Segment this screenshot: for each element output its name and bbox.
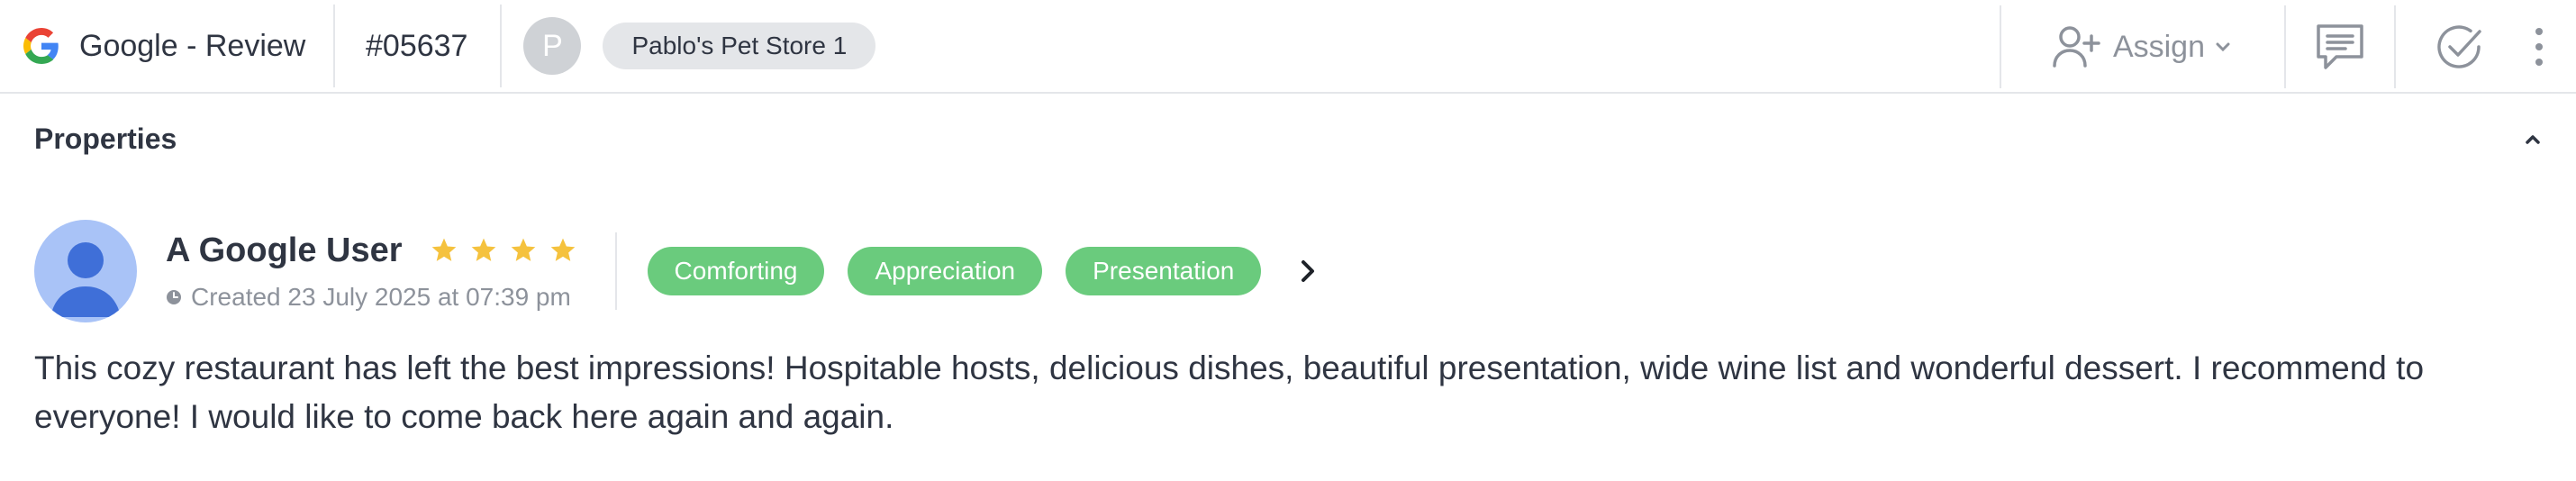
properties-title: Properties [34, 122, 177, 155]
user-icon [50, 242, 121, 317]
more-tags-button[interactable] [1299, 258, 1317, 285]
check-circle-icon [2437, 25, 2481, 68]
source-label: Google - Review [79, 28, 306, 63]
review-text: This cozy restaurant has left the best i… [34, 349, 2425, 435]
store-chip[interactable]: Pablo's Pet Store 1 [603, 23, 876, 69]
star-rating [430, 236, 588, 265]
avatar [34, 220, 137, 322]
tag-list: Comforting Appreciation Presentation [647, 247, 1285, 295]
tag-chip[interactable]: Comforting [647, 247, 825, 295]
assign-label: Assign [2112, 29, 2205, 64]
resolve-button[interactable] [2396, 20, 2522, 74]
more-vertical-icon [2535, 28, 2543, 66]
chevron-down-icon [2216, 42, 2230, 52]
name-row: A Google User [166, 231, 588, 270]
review-header: A Google User Created 23 July 2025 at 07… [34, 220, 1317, 322]
star-icon [471, 238, 495, 261]
owner-avatar: P [523, 17, 582, 75]
comments-button[interactable] [2286, 22, 2394, 72]
tag-chip[interactable]: Presentation [1066, 247, 1262, 295]
star-icon [550, 238, 575, 261]
tag-chip[interactable]: Appreciation [848, 247, 1043, 295]
star-icon [431, 238, 456, 261]
ticket-id: #05637 [366, 28, 468, 63]
star-icon [511, 238, 535, 261]
clock-icon [167, 289, 181, 304]
google-g-icon [23, 28, 59, 64]
chat-icon [2317, 24, 2363, 69]
divider [614, 232, 617, 310]
chevron-right-icon [1302, 260, 1315, 282]
store-owner: P Pablo's Pet Store 1 [502, 5, 876, 87]
header-actions: Assign [1999, 0, 2576, 94]
top-bar: Google - Review #05637 P Pablo's Pet Sto… [0, 0, 2576, 94]
properties-header[interactable]: Properties [0, 95, 2576, 182]
created-row: Created 23 July 2025 at 07:39 pm [166, 283, 588, 312]
more-button[interactable] [2522, 27, 2576, 67]
assign-button[interactable]: Assign [2001, 24, 2284, 69]
review-author: A Google User [166, 231, 403, 269]
review-meta: A Google User Created 23 July 2025 at 07… [166, 231, 588, 312]
review-source: Google - Review [0, 5, 333, 87]
user-plus-icon [2053, 26, 2100, 68]
chevron-up-icon[interactable] [2524, 132, 2542, 145]
created-date: Created 23 July 2025 at 07:39 pm [191, 282, 571, 311]
